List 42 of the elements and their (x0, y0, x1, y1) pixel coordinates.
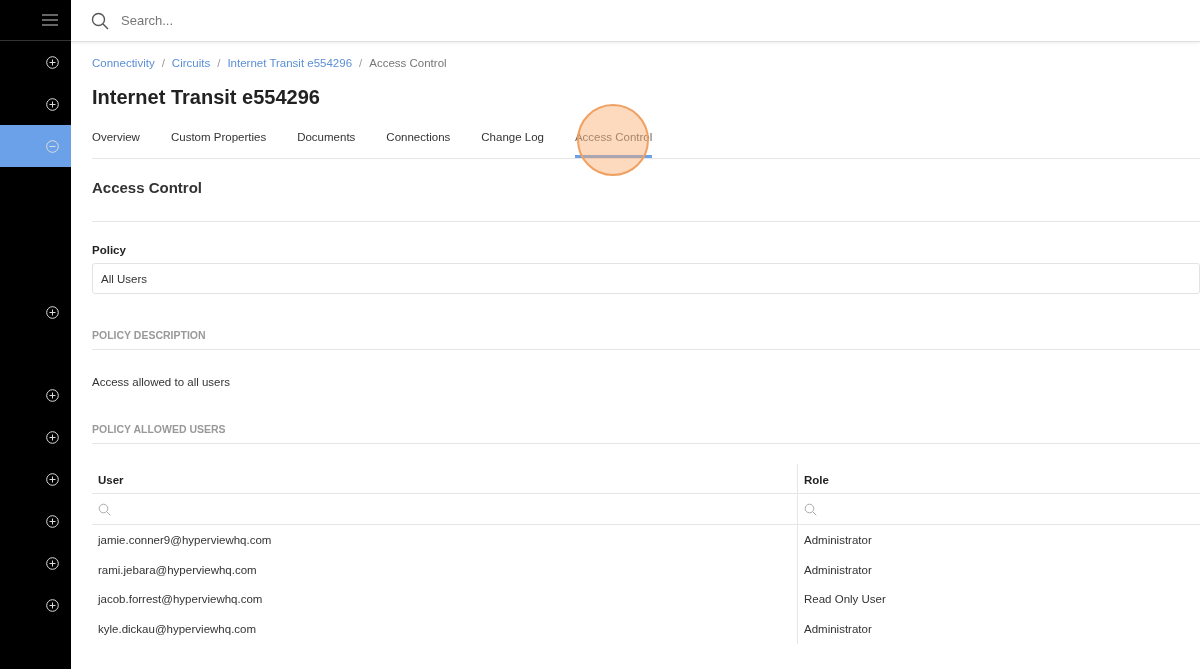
expand-icon (46, 598, 59, 612)
expand-icon (46, 556, 59, 570)
column-header: Role (797, 464, 1200, 494)
expand-icon (46, 55, 59, 69)
breadcrumb-separator: / (161, 57, 165, 69)
expand-icon (46, 472, 59, 486)
table-cell: Read Only User (797, 584, 1200, 615)
expand-icon (46, 97, 59, 111)
expand-icon (46, 430, 59, 444)
table-cell: Administrator (797, 525, 1200, 555)
tab[interactable]: Change Log (481, 124, 544, 158)
collapse-icon (46, 139, 59, 153)
section-title: Access Control (92, 179, 1200, 222)
menu-icon (42, 14, 58, 26)
breadcrumb-link[interactable]: Connectivity (92, 57, 155, 69)
search-icon (91, 11, 109, 30)
breadcrumb-separator: / (217, 57, 221, 69)
page-title: Internet Transit e554296 (92, 86, 321, 110)
search-icon (804, 502, 817, 516)
search-icon (98, 502, 111, 516)
tab[interactable]: Documents (297, 124, 356, 158)
table-cell-text: kyle.dickau@hyperviewhq.com (97, 621, 258, 637)
section-heading: POLICY ALLOWED USERS (92, 423, 1200, 444)
table-cell-text: jacob.forrest@hyperviewhq.com (96, 592, 264, 608)
policy-select[interactable]: All Users (92, 263, 1200, 294)
breadcrumb-current: Access Control (369, 57, 447, 69)
table-cell: Administrator (797, 554, 1200, 585)
field-label: Policy (92, 244, 127, 256)
section-heading: POLICY DESCRIPTION (92, 329, 1200, 350)
expand-icon (46, 305, 59, 319)
description-text: Access allowed to all users (92, 376, 232, 388)
filter-field[interactable] (797, 494, 1200, 525)
tab[interactable]: Custom Properties (170, 124, 267, 158)
table-cell-text: rami.jebara@hyperviewhq.com (97, 562, 258, 578)
table-cell-text: jamie.conner9@hyperviewhq.com (96, 532, 273, 548)
expand-icon (46, 388, 59, 402)
table-cell: Administrator (797, 614, 1200, 644)
column-header: User (92, 464, 797, 494)
tab[interactable]: Connections (386, 124, 451, 158)
breadcrumb-separator: / (359, 57, 363, 69)
tab[interactable]: Overview (92, 124, 140, 158)
expand-icon (46, 514, 59, 528)
